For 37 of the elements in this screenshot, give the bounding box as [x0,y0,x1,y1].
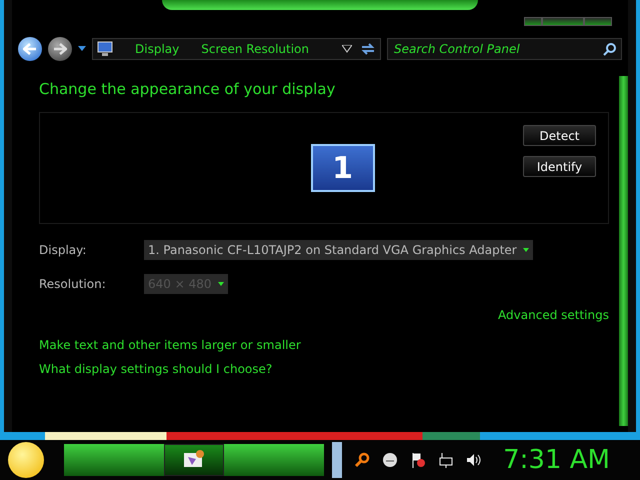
help-link[interactable]: Make text and other items larger or smaller [39,338,609,352]
refresh-icon [360,42,376,56]
dropdown-icon [78,46,86,52]
help-link[interactable]: What display settings should I choose? [39,362,609,376]
scrollbar[interactable] [619,76,628,426]
maximize-button[interactable] [542,16,584,26]
minimize-button[interactable] [524,16,542,26]
clock[interactable]: 7:31 AM [503,445,610,475]
caret-icon [522,248,529,252]
close-button[interactable] [584,16,612,26]
breadcrumb[interactable]: Display [135,42,180,56]
setting-label: Display: [39,243,88,257]
dropdown-icon [342,45,352,53]
setting-label: Resolution: [39,277,107,291]
taskbar-app-button[interactable] [164,444,224,476]
monitor-icon [97,41,113,57]
forward-arrow-icon [53,43,67,55]
search-icon[interactable] [603,42,617,56]
preview-button[interactable]: Detect [523,125,596,146]
search-icon [354,452,370,468]
page-heading: Change the appearance of your display [39,80,336,98]
speaker-icon [466,452,482,468]
flag-icon [410,452,426,468]
start-button[interactable] [8,442,44,478]
dropdown[interactable]: 1. Panasonic CF-L10TAJP2 on Standard VGA Graphics Adapter [144,240,533,260]
caret-icon [218,282,224,286]
monitor-tile[interactable]: 1 [310,144,374,192]
network-icon [438,452,454,468]
advanced-settings-link[interactable]: Advanced settings [498,308,609,322]
breadcrumb[interactable]: Screen Resolution [201,42,310,56]
taskbar-grip[interactable] [332,442,342,478]
back-button[interactable] [18,37,42,61]
back-arrow-icon [23,43,37,55]
address-bar[interactable]: Display Screen Resolution [92,38,381,60]
forward-button[interactable] [48,37,72,61]
search-field[interactable]: Search Control Panel [387,38,622,60]
preview-button[interactable]: Identify [523,156,596,177]
